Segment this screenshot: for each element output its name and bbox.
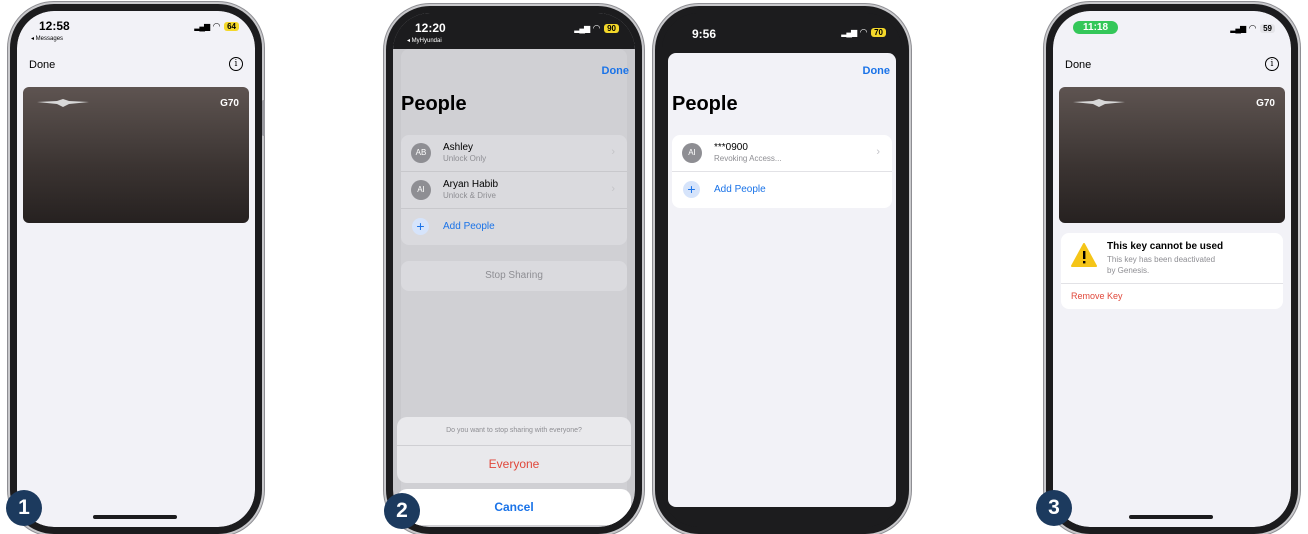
- chevron-right-icon: ›: [611, 183, 615, 195]
- add-people-button[interactable]: + Add People: [672, 172, 892, 208]
- cancel-button[interactable]: Cancel: [397, 489, 631, 525]
- people-list: AI ***0900 Revoking Access... › + Add Pe…: [672, 135, 892, 208]
- divider: [1061, 283, 1283, 284]
- done-button[interactable]: Done: [863, 65, 891, 77]
- avatar: AI: [411, 180, 431, 200]
- list-item-0900[interactable]: AI ***0900 Revoking Access... ›: [672, 135, 892, 172]
- avatar: AB: [411, 143, 431, 163]
- status-icons: ▂▄▆ ◠ 70: [841, 27, 886, 38]
- card-model-label: G70: [1256, 98, 1275, 109]
- avatar: AI: [682, 143, 702, 163]
- car-key-card[interactable]: G70: [1059, 87, 1285, 223]
- wifi-icon: ◠: [1249, 23, 1257, 33]
- phone-1: 12:58 ◂ Messages ▂▄▆ ◠ 64 Done i G70: [10, 4, 262, 534]
- status-bar: 12:20 ◂ MyHyundai ▂▄▆ ◠ 90: [393, 13, 635, 47]
- phone-2: 12:20 ◂ MyHyundai ▂▄▆ ◠ 90 Done People A…: [386, 6, 642, 534]
- add-people-label: Add People: [443, 221, 495, 232]
- status-time: 11:18: [1073, 21, 1119, 34]
- people-list: AB Ashley Unlock Only › AI Aryan Habib U…: [401, 135, 627, 245]
- phone-1-side-button: [262, 100, 265, 136]
- alert-body-line-2: by Genesis.: [1107, 266, 1150, 275]
- alert-title: This key cannot be used: [1107, 241, 1224, 252]
- list-item-ashley[interactable]: AB Ashley Unlock Only ›: [401, 135, 627, 172]
- stop-sharing-label: Stop Sharing: [485, 270, 543, 281]
- genesis-logo-icon: [37, 99, 89, 107]
- person-role: Unlock & Drive: [443, 191, 496, 200]
- stop-sharing-everyone-button[interactable]: Everyone: [397, 446, 631, 483]
- info-icon[interactable]: i: [1265, 57, 1279, 71]
- back-to-myhyundai-link[interactable]: ◂ MyHyundai: [407, 37, 442, 44]
- people-title: People: [672, 93, 738, 115]
- battery-icon: 64: [224, 22, 239, 31]
- status-icons: ▂▄▆ ◠ 90: [574, 23, 619, 34]
- done-button[interactable]: Done: [29, 59, 55, 71]
- people-sheet: Done People AI ***0900 Revoking Access..…: [668, 53, 896, 507]
- warning-icon: [1071, 243, 1097, 267]
- step-1-badge: 1: [6, 490, 42, 526]
- signal-icon: ▂▄▆: [1230, 24, 1246, 33]
- stop-sharing-button[interactable]: Stop Sharing: [401, 261, 627, 291]
- done-button[interactable]: Done: [602, 65, 630, 77]
- car-key-card[interactable]: G70: [23, 87, 249, 223]
- home-indicator: [1129, 515, 1213, 519]
- person-name: Aryan Habib: [443, 179, 499, 190]
- action-sheet-question: Do you want to stop sharing with everyon…: [397, 417, 631, 446]
- add-people-button[interactable]: + Add People: [401, 209, 627, 245]
- chevron-right-icon: ›: [611, 146, 615, 158]
- status-time: 12:58: [39, 19, 70, 33]
- battery-icon: 70: [871, 28, 886, 37]
- wifi-icon: ◠: [213, 21, 221, 31]
- chevron-right-icon: ›: [876, 146, 880, 158]
- alert-body-line-1: This key has been deactivated: [1107, 255, 1216, 264]
- people-title: People: [401, 93, 467, 115]
- list-item-aryan-habib[interactable]: AI Aryan Habib Unlock & Drive ›: [401, 172, 627, 209]
- status-icons: ▂▄▆ ◠ 64: [194, 21, 239, 32]
- home-indicator: [93, 515, 177, 519]
- person-status: Revoking Access...: [714, 154, 782, 163]
- status-icons: ▂▄▆ ◠ 59: [1230, 23, 1275, 34]
- person-name: Ashley: [443, 142, 474, 153]
- key-alert-panel: This key cannot be used This key has bee…: [1061, 233, 1283, 309]
- step-3-badge: 3: [1036, 490, 1072, 526]
- card-model-label: G70: [220, 98, 239, 109]
- person-role: Unlock Only: [443, 154, 487, 163]
- status-bar: 9:56 ▂▄▆ ◠ 70: [662, 13, 902, 47]
- add-people-label: Add People: [714, 184, 766, 195]
- phone-2b-screen: 9:56 ▂▄▆ ◠ 70 Done People AI ***0900 Rev…: [662, 13, 902, 527]
- signal-icon: ▂▄▆: [194, 22, 210, 31]
- battery-icon: 59: [1260, 24, 1275, 33]
- person-name: ***0900: [714, 142, 748, 153]
- signal-icon: ▂▄▆: [574, 24, 590, 33]
- wifi-icon: ◠: [860, 27, 868, 37]
- phone-3: 11:18 ▂▄▆ ◠ 59 Done i G70 This key canno…: [1046, 4, 1298, 534]
- step-2-badge: 2: [384, 493, 420, 529]
- phone-2b: 9:56 ▂▄▆ ◠ 70 Done People AI ***0900 Rev…: [655, 6, 909, 534]
- done-button[interactable]: Done: [1065, 59, 1091, 71]
- phone-1-screen: 12:58 ◂ Messages ▂▄▆ ◠ 64 Done i G70: [17, 11, 255, 527]
- signal-icon: ▂▄▆: [841, 28, 857, 37]
- status-bar: 11:18 ▂▄▆ ◠ 59: [1053, 11, 1291, 45]
- action-sheet: Do you want to stop sharing with everyon…: [397, 417, 631, 483]
- phone-3-screen: 11:18 ▂▄▆ ◠ 59 Done i G70 This key canno…: [1053, 11, 1291, 527]
- wifi-icon: ◠: [593, 23, 601, 33]
- genesis-logo-icon: [1073, 99, 1125, 107]
- plus-icon: +: [683, 181, 700, 198]
- remove-key-button[interactable]: Remove Key: [1071, 291, 1123, 301]
- back-to-messages-link[interactable]: ◂ Messages: [31, 35, 63, 42]
- battery-icon: 90: [604, 24, 619, 33]
- info-icon[interactable]: i: [229, 57, 243, 71]
- status-bar: 12:58 ◂ Messages ▂▄▆ ◠ 64: [17, 11, 255, 45]
- status-time: 12:20: [415, 21, 446, 35]
- plus-icon: +: [412, 218, 429, 235]
- phone-2-screen: 12:20 ◂ MyHyundai ▂▄▆ ◠ 90 Done People A…: [393, 13, 635, 527]
- status-time: 9:56: [692, 27, 717, 41]
